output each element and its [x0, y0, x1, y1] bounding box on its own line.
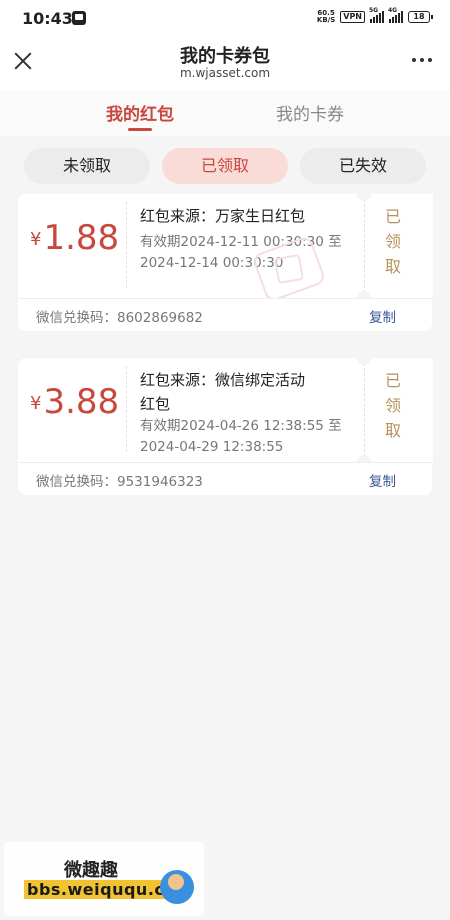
card-body: ¥3.88 红包来源：微信绑定活动 红包 有效期2024-04-26 12:38… — [18, 357, 433, 463]
red-packet-card: ¥3.88 红包来源：微信绑定活动 红包 有效期2024-04-26 12:38… — [18, 357, 433, 495]
redeem-code: 微信兑换码：8602869682 — [36, 310, 203, 326]
copy-button[interactable]: 复制 — [369, 470, 396, 490]
status-stub: 已领取 — [364, 194, 433, 298]
tab-bar: 我的红包 我的卡券 — [0, 90, 450, 136]
claimed-status: 已领取 — [384, 371, 401, 440]
status-indicators: 60.5 KB/S VPN 5G 4G 18 — [316, 7, 433, 24]
forum-watermark: 微趣趣 bbs.weiququ.cn — [4, 842, 204, 916]
redeem-code: 微信兑换码：9531946323 — [36, 474, 203, 490]
active-tab-indicator — [128, 128, 152, 131]
amount-value: 1.88 — [43, 218, 120, 258]
forum-url: bbs.weiququ.cn — [24, 880, 180, 899]
status-stub: 已领取 — [364, 358, 433, 462]
title-bar: 我的卡券包 m.wjasset.com — [0, 36, 450, 90]
currency-symbol: ¥ — [30, 393, 42, 414]
card-body: ¥1.88 红包来源：万家生日红包 有效期2024-12-11 00:30:30… — [18, 193, 433, 304]
more-options-icon[interactable] — [412, 58, 432, 62]
tab-my-red-packets[interactable]: 我的红包 — [80, 100, 200, 125]
status-filter: 未领取 已领取 已失效 — [0, 148, 450, 186]
claimed-status: 已领取 — [384, 207, 401, 276]
red-packet-card: ¥1.88 红包来源：万家生日红包 有效期2024-12-11 00:30:30… — [18, 193, 433, 331]
currency-symbol: ¥ — [30, 229, 42, 250]
filter-unclaimed[interactable]: 未领取 — [24, 148, 150, 184]
page-title: 我的卡券包 — [180, 46, 270, 67]
page-url: m.wjasset.com — [179, 66, 271, 80]
packet-source: 红包来源：微信绑定活动 红包 — [140, 371, 306, 413]
divider — [126, 366, 127, 452]
battery-icon: 18 — [408, 11, 433, 23]
card-footer: 微信兑换码：9531946323 复制 — [18, 462, 432, 495]
copy-button[interactable]: 复制 — [369, 306, 396, 326]
card-footer: 微信兑换码：8602869682 复制 — [18, 298, 432, 331]
divider — [126, 202, 127, 288]
packet-source: 红包来源：万家生日红包 — [140, 207, 306, 225]
status-time: 10:43 — [22, 9, 73, 28]
signal-5g-icon: 5G — [369, 7, 384, 23]
amount-value: 3.88 — [43, 382, 120, 422]
packet-validity: 有效期2024-04-26 12:38:55 至 2024-04-29 12:3… — [140, 418, 342, 455]
network-speed: 60.5 KB/S — [316, 9, 336, 24]
filter-expired[interactable]: 已失效 — [300, 148, 426, 184]
notification-icon — [72, 11, 86, 25]
tab-my-coupons[interactable]: 我的卡券 — [250, 100, 370, 125]
signal-4g-icon: 4G — [388, 7, 403, 23]
packet-amount: ¥1.88 — [30, 218, 119, 258]
vpn-icon: VPN — [340, 11, 365, 23]
forum-title: 微趣趣 — [64, 860, 118, 881]
mascot-icon — [160, 870, 194, 904]
packet-amount: ¥3.88 — [30, 382, 119, 422]
filter-claimed[interactable]: 已领取 — [162, 148, 288, 184]
status-bar: 10:43 60.5 KB/S VPN 5G 4G 18 — [0, 0, 450, 36]
